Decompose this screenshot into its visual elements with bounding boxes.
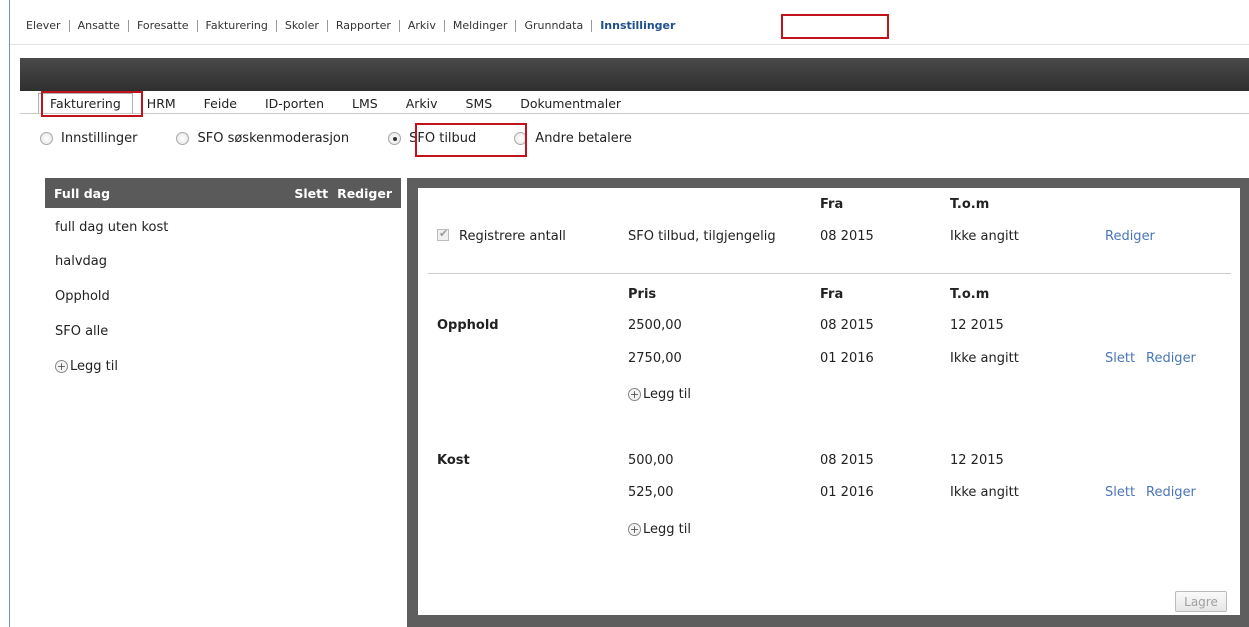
checkbox-label: Registrere antall — [459, 229, 566, 244]
table-cell: 500,00 — [628, 453, 674, 468]
highlight-sfo-tilbud — [415, 123, 527, 157]
table-cell: 01 2016 — [820, 485, 874, 500]
section-divider — [428, 273, 1231, 274]
nav-foresatte[interactable]: Foresatte — [127, 20, 197, 32]
nav-skoler[interactable]: Skoler — [275, 20, 327, 32]
price-tom-header: T.o.m — [950, 287, 990, 302]
details-panel — [418, 188, 1240, 615]
table-cell: 08 2015 — [820, 453, 874, 468]
list-item[interactable]: Opphold — [45, 279, 401, 314]
availability-fra: 08 2015 — [820, 229, 874, 244]
pris-header: Pris — [628, 287, 657, 302]
tab-id-porten[interactable]: ID-porten — [251, 96, 338, 114]
edit-availability-link[interactable]: Rediger — [1105, 229, 1155, 244]
add-price-button[interactable]: + Legg til — [628, 387, 691, 402]
delete-offer-button[interactable]: Slett — [294, 186, 328, 201]
radio-label: SFO søskenmoderasjon — [197, 131, 350, 146]
price-fra-header: Fra — [820, 287, 844, 302]
add-price-label: Legg til — [643, 522, 691, 537]
table-cell: 2500,00 — [628, 318, 682, 333]
radio-button-icon[interactable] — [176, 132, 190, 145]
group-name-kost: Kost — [437, 453, 470, 468]
selected-offer-row[interactable]: Full dag Slett Rediger — [45, 178, 401, 208]
fra-header: Fra — [820, 197, 844, 212]
add-offer-label: Legg til — [70, 359, 118, 374]
radio-innstillinger[interactable]: Innstillinger — [40, 131, 137, 146]
plus-circle-icon: + — [628, 523, 641, 536]
availability-tom: Ikke angitt — [950, 229, 1019, 244]
checkbox-checked-icon[interactable] — [437, 227, 449, 241]
tab-sms[interactable]: SMS — [452, 96, 507, 114]
nav-innstillinger[interactable]: Innstillinger — [591, 20, 683, 32]
group-name-opphold: Opphold — [437, 318, 499, 333]
plus-circle-icon: + — [55, 360, 68, 373]
table-cell: 525,00 — [628, 485, 674, 500]
radio-label: Innstillinger — [61, 131, 138, 146]
table-cell: 01 2016 — [820, 351, 874, 366]
offer-list-panel: Full dag Slett Rediger full dag uten kos… — [45, 178, 401, 627]
list-item[interactable]: full dag uten kost — [45, 210, 401, 244]
tab-arkiv[interactable]: Arkiv — [392, 96, 452, 114]
table-cell: 2750,00 — [628, 351, 682, 366]
availability-text: SFO tilbud, tilgjengelig — [628, 229, 776, 244]
nav-arkiv[interactable]: Arkiv — [398, 20, 444, 32]
radio-andre-betalere[interactable]: Andre betalere — [514, 131, 632, 146]
tom-header: T.o.m — [950, 197, 990, 212]
offer-list: full dag uten kost halvdag Opphold SFO a… — [45, 208, 401, 384]
table-cell: 12 2015 — [950, 453, 1004, 468]
nav-meldinger[interactable]: Meldinger — [443, 20, 516, 32]
radio-sfo-soskenmoderasjon[interactable]: SFO søskenmoderasjon — [176, 131, 349, 146]
radio-label: Andre betalere — [535, 131, 632, 146]
highlight-innstillinger — [781, 14, 889, 39]
delete-price-link[interactable]: Slett — [1105, 485, 1135, 500]
list-item[interactable]: SFO alle — [45, 314, 401, 349]
tab-feide[interactable]: Feide — [190, 96, 251, 114]
table-cell: 08 2015 — [820, 318, 874, 333]
add-price-label: Legg til — [643, 387, 691, 402]
registrere-antall-checkbox[interactable]: Registrere antall — [437, 227, 566, 244]
add-offer-button[interactable]: + Legg til — [45, 349, 401, 384]
nav-elever[interactable]: Elever — [26, 20, 69, 32]
nav-ansatte[interactable]: Ansatte — [68, 20, 128, 32]
selected-offer-name: Full dag — [54, 185, 111, 201]
header-bar — [20, 58, 1249, 91]
plus-circle-icon: + — [628, 388, 641, 401]
highlight-fakturering — [41, 91, 143, 117]
table-cell: Ikke angitt — [950, 351, 1019, 366]
top-navigation: Elever Ansatte Foresatte Fakturering Sko… — [26, 12, 683, 40]
table-cell: Ikke angitt — [950, 485, 1019, 500]
add-price-button[interactable]: + Legg til — [628, 522, 691, 537]
nav-fakturering[interactable]: Fakturering — [196, 20, 276, 32]
save-button[interactable]: Lagre — [1175, 591, 1227, 612]
tab-dokumentmaler[interactable]: Dokumentmaler — [506, 96, 635, 114]
list-item[interactable]: halvdag — [45, 244, 401, 279]
table-cell: 12 2015 — [950, 318, 1004, 333]
tab-underline — [20, 113, 1249, 114]
edit-offer-button[interactable]: Rediger — [337, 186, 392, 201]
delete-price-link[interactable]: Slett — [1105, 351, 1135, 366]
edit-price-link[interactable]: Rediger — [1146, 485, 1196, 500]
view-radio-group: Innstillinger SFO søskenmoderasjon SFO t… — [40, 131, 671, 146]
radio-button-icon[interactable] — [40, 132, 53, 145]
nav-grunndata[interactable]: Grunndata — [515, 20, 591, 32]
nav-rapporter[interactable]: Rapporter — [326, 20, 399, 32]
top-divider — [10, 44, 1249, 45]
edit-price-link[interactable]: Rediger — [1146, 351, 1196, 366]
tab-lms[interactable]: LMS — [338, 96, 392, 114]
radio-button-selected-icon[interactable] — [388, 132, 402, 145]
